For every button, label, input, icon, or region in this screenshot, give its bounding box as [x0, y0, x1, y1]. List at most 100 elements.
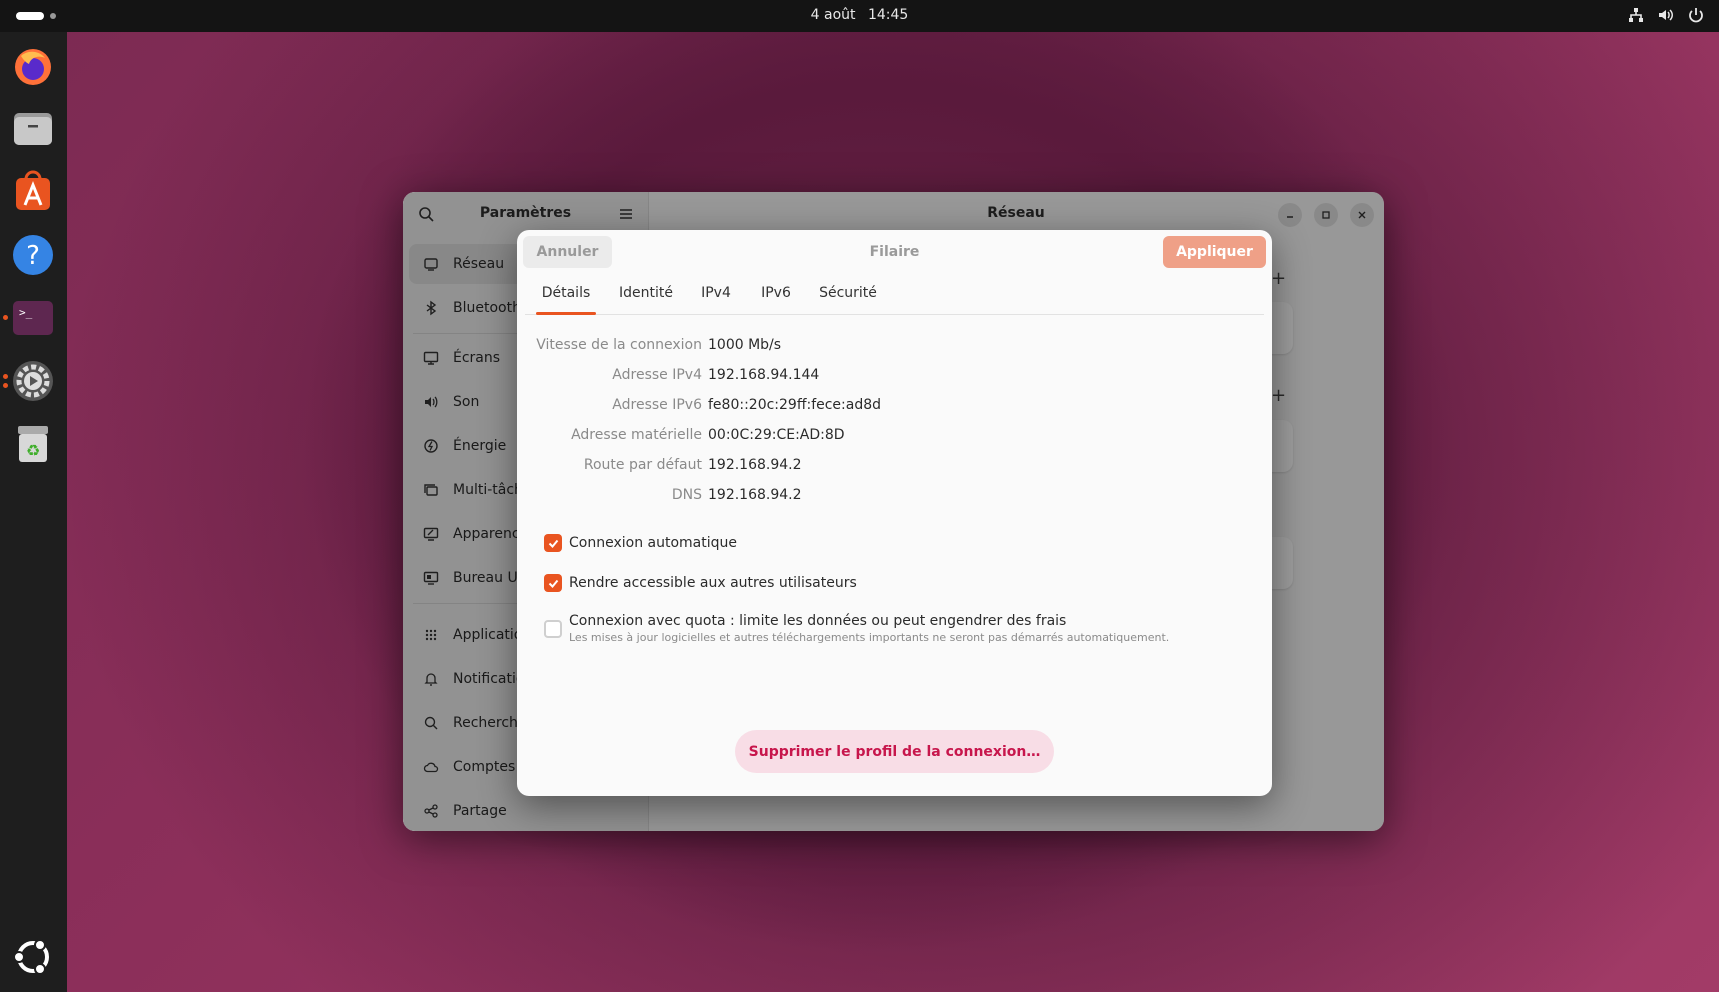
content-title: Réseau — [987, 205, 1045, 221]
dialog-title: Filaire — [869, 244, 920, 260]
add-connection-icon[interactable]: + — [1271, 268, 1286, 289]
volume-icon — [1659, 9, 1673, 21]
clock-time: 14:45 — [867, 7, 909, 23]
display-icon — [423, 351, 439, 365]
auto-connect-label: Connexion automatique — [569, 535, 737, 551]
sidebar-item-label: Bluetooth — [453, 300, 521, 316]
dock-firefox[interactable] — [10, 43, 56, 89]
tab-details[interactable]: Détails — [536, 274, 596, 315]
dock-show-apps[interactable] — [10, 934, 56, 980]
svg-text:>_: >_ — [19, 306, 33, 319]
sidebar-item-label: Applicatio — [453, 627, 523, 643]
dock-help[interactable]: ? — [10, 232, 56, 278]
network-wired-icon — [1629, 8, 1643, 22]
share-icon — [424, 804, 438, 818]
maximize-icon — [1322, 211, 1330, 219]
detail-label: Adresse IPv6 — [612, 397, 702, 413]
detail-label: DNS — [671, 487, 702, 503]
desktop-icon — [423, 571, 439, 585]
share-with-users-label: Rendre accessible aux autres utilisateur… — [569, 575, 857, 591]
dock-trash[interactable]: ♻ — [10, 421, 56, 467]
firefox-icon — [15, 49, 51, 85]
sidebar-item-label: Réseau — [453, 256, 505, 272]
detail-label: Vitesse de la connexion — [536, 337, 702, 353]
detail-value: 00:0C:29:CE:AD:8D — [708, 427, 845, 443]
clock[interactable]: 4 août 14:45 — [0, 7, 1719, 23]
running-indicator — [3, 315, 8, 320]
dialog-header: Annuler Filaire Appliquer — [517, 230, 1272, 274]
close-button[interactable] — [1350, 203, 1374, 227]
detail-row-ipv4: Adresse IPv4 192.168.94.144 — [517, 367, 1272, 389]
detail-value: fe80::20c:29ff:fece:ad8d — [708, 397, 882, 413]
files-icon — [14, 113, 52, 145]
sidebar-item-label: Bureau Ub — [453, 570, 527, 586]
checkmark-icon — [548, 539, 558, 548]
metered-connection-row: Connexion avec quota : limite les donnée… — [544, 612, 1169, 646]
auto-connect-row: Connexion automatique — [544, 534, 737, 552]
wired-connection-dialog: Annuler Filaire Appliquer Détails Identi… — [517, 230, 1272, 796]
cloud-icon — [423, 762, 439, 773]
sidebar-title: Paramètres — [479, 205, 572, 221]
bluetooth-icon — [426, 300, 437, 316]
clock-date: 4 août — [810, 7, 856, 23]
detail-value: 192.168.94.144 — [708, 367, 820, 383]
detail-label: Adresse IPv4 — [612, 367, 702, 383]
tab-ipv4[interactable]: IPv4 — [695, 274, 737, 314]
apps-grid-icon — [425, 629, 437, 641]
running-indicator — [3, 374, 8, 379]
hamburger-menu-icon[interactable] — [618, 206, 634, 222]
search-icon — [424, 716, 438, 730]
metered-connection-text: Connexion avec quota : limite les donnée… — [569, 612, 1169, 646]
auto-connect-checkbox[interactable] — [544, 534, 562, 552]
sidebar-item-label: Écrans — [453, 350, 501, 366]
dock: ? >_ ♻ — [0, 32, 67, 992]
system-tray[interactable] — [1627, 6, 1705, 24]
detail-row-default-route: Route par défaut 192.168.94.2 — [517, 457, 1272, 479]
sidebar-item-label: Son — [453, 394, 480, 410]
dock-settings[interactable] — [3, 358, 56, 404]
metered-connection-checkbox[interactable] — [544, 620, 562, 638]
sidebar-item-sharing[interactable]: Partage — [409, 791, 642, 831]
add-vpn-icon[interactable]: + — [1271, 385, 1286, 406]
delete-connection-profile-button[interactable]: Supprimer le profil de la connexion… — [735, 730, 1054, 773]
minimize-button[interactable] — [1278, 203, 1302, 227]
network-icon — [424, 258, 438, 271]
minimize-icon — [1287, 216, 1293, 218]
share-with-users-checkbox[interactable] — [544, 574, 562, 592]
speaker-icon — [425, 396, 438, 408]
power-icon — [1689, 8, 1703, 23]
sidebar-item-label: Partage — [453, 803, 507, 819]
detail-label: Adresse matérielle — [571, 427, 702, 443]
close-icon — [1358, 211, 1366, 219]
sidebar-item-label: Apparenc — [453, 526, 520, 542]
tab-security[interactable]: Sécurité — [814, 274, 882, 314]
sidebar-item-label: Recherche — [453, 715, 527, 731]
power-icon — [424, 439, 438, 453]
sidebar-item-label: Notificatio — [453, 671, 525, 687]
apply-button[interactable]: Appliquer — [1163, 236, 1266, 268]
dock-terminal[interactable]: >_ — [3, 295, 56, 341]
detail-row-ipv6: Adresse IPv6 fe80::20c:29ff:fece:ad8d — [517, 397, 1272, 419]
svg-text:?: ? — [26, 241, 40, 271]
maximize-button[interactable] — [1314, 203, 1338, 227]
running-indicator — [3, 383, 8, 388]
dock-files[interactable] — [10, 106, 56, 152]
tab-identity[interactable]: Identité — [614, 274, 678, 314]
checkmark-icon — [548, 579, 558, 588]
metered-connection-sublabel: Les mises à jour logicielles et autres t… — [569, 631, 1170, 644]
settings-gear-icon — [13, 361, 53, 401]
ubuntu-logo-icon — [13, 939, 49, 975]
detail-row-dns: DNS 192.168.94.2 — [517, 487, 1272, 509]
bell-icon — [424, 673, 438, 686]
multitasking-icon — [424, 484, 438, 496]
dock-app-center[interactable] — [10, 169, 56, 215]
svg-text:♻: ♻ — [26, 441, 40, 460]
detail-value: 1000 Mb/s — [708, 337, 782, 353]
app-center-icon — [16, 170, 50, 210]
tab-ipv6[interactable]: IPv6 — [755, 274, 797, 314]
detail-row-link-speed: Vitesse de la connexion 1000 Mb/s — [517, 337, 1272, 359]
sidebar-item-label: Énergie — [453, 438, 507, 454]
detail-value: 192.168.94.2 — [708, 487, 802, 503]
help-icon: ? — [13, 235, 53, 275]
terminal-icon: >_ — [13, 301, 53, 335]
